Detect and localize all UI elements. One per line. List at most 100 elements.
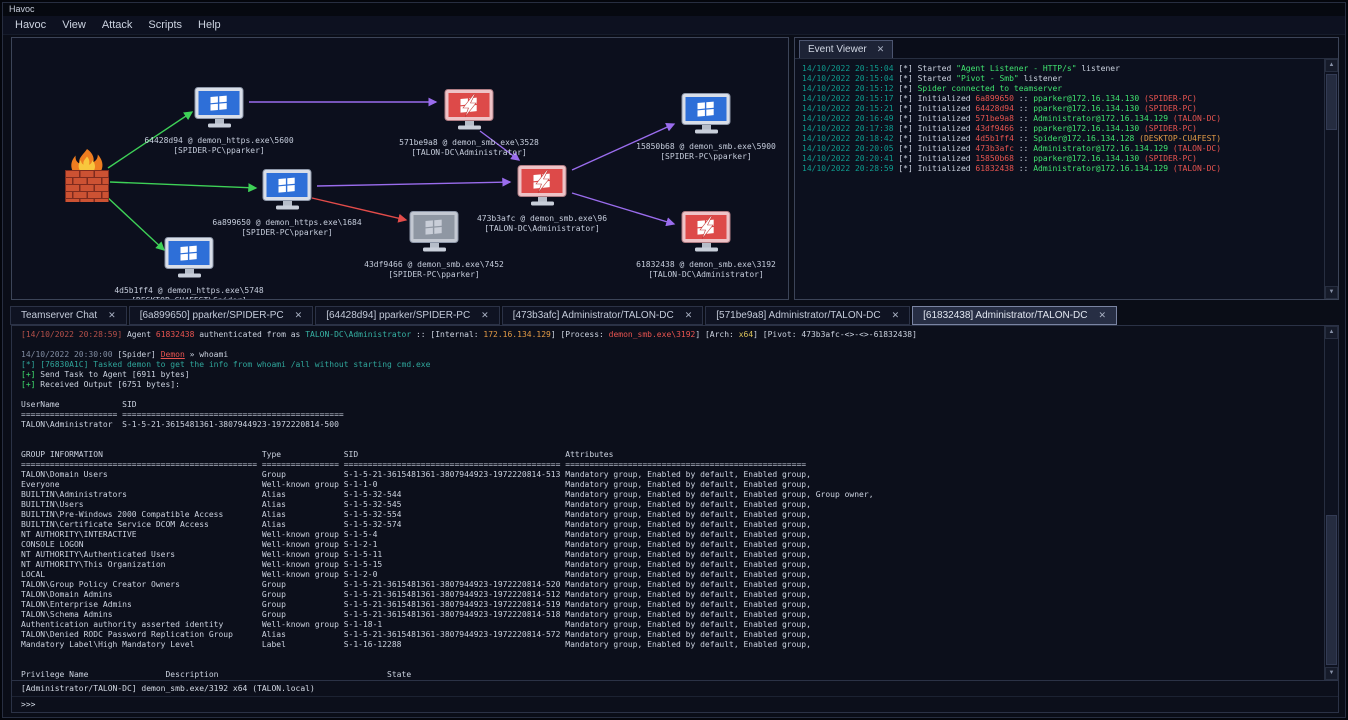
graph-node-15850b68[interactable]: 15850b68 @ demon_smb.exe\5900[SPIDER-PC\… xyxy=(606,92,789,161)
log-line: NT AUTHORITY\This Organization Well-know… xyxy=(21,560,1324,570)
log-line: [*] [76830A1C] Tasked demon to get the i… xyxy=(21,360,1324,370)
monitor-icon xyxy=(406,210,462,254)
scrollbar-track[interactable] xyxy=(1325,72,1338,286)
log-line: TALON\Administrator S-1-5-21-3615481361-… xyxy=(21,420,1324,430)
event-tabbar: Event Viewer ✕ xyxy=(795,38,1338,59)
console-scrollbar[interactable]: ▲ ▼ xyxy=(1324,326,1338,680)
close-icon[interactable]: ✕ xyxy=(481,311,489,320)
log-line: TALON\Domain Admins Group S-1-5-21-36154… xyxy=(21,590,1324,600)
graph-node-43df9466[interactable]: 43df9466 @ demon_smb.exe\7452[SPIDER-PC\… xyxy=(334,210,534,279)
log-line: Privilege Name Description State xyxy=(21,670,1324,680)
console-tab[interactable]: [64428d94] pparker/SPIDER-PC✕ xyxy=(315,306,500,325)
console-tab[interactable]: [61832438] Administrator/TALON-DC ✕ xyxy=(912,306,1117,325)
scrollbar-thumb[interactable] xyxy=(1326,74,1337,130)
window-title: Havoc xyxy=(9,4,35,14)
tab-event-viewer[interactable]: Event Viewer ✕ xyxy=(799,40,893,58)
graph-node-4d5b1ff4[interactable]: 4d5b1ff4 @ demon_https.exe\5748[DESKTOP-… xyxy=(89,236,289,300)
graph-node-64428d94[interactable]: 64428d94 @ demon_https.exe\5600[SPIDER-P… xyxy=(119,86,319,155)
log-line: 14/10/2022 20:20:41 [*] Initialized 1585… xyxy=(802,154,1322,164)
log-line: 14/10/2022 20:20:05 [*] Initialized 473b… xyxy=(802,144,1322,154)
log-line: Mandatory Label\High Mandatory Level Lab… xyxy=(21,640,1324,650)
monitor-icon xyxy=(514,164,570,208)
console-tab[interactable]: Teamserver Chat ✕ xyxy=(10,306,127,325)
log-line xyxy=(21,440,1324,450)
scroll-down-icon[interactable]: ▼ xyxy=(1325,286,1338,299)
log-line: UserName SID xyxy=(21,400,1324,410)
prompt-text: >>> xyxy=(21,700,35,709)
main-split: 64428d94 @ demon_https.exe\5600[SPIDER-P… xyxy=(3,35,1345,303)
log-line: 14/10/2022 20:30:00 [Spider] Demon » who… xyxy=(21,350,1324,360)
log-line xyxy=(21,390,1324,400)
log-line: TALON\Group Policy Creator Owners Group … xyxy=(21,580,1324,590)
tab-label: Event Viewer xyxy=(808,44,867,55)
tab-label: [473b3afc] Administrator/TALON-DC xyxy=(513,310,674,321)
log-line: 14/10/2022 20:16:49 [*] Initialized 571b… xyxy=(802,114,1322,124)
console-tabbar: Teamserver Chat✕[6a899650] pparker/SPIDE… xyxy=(3,303,1345,325)
console-tab[interactable]: [571be9a8] Administrator/TALON-DC ✕ xyxy=(705,306,910,325)
tab-label: [61832438] Administrator/TALON-DC xyxy=(923,310,1087,321)
menu-attack[interactable]: Attack xyxy=(94,17,141,33)
log-line: BUILTIN\Administrators Alias S-1-5-32-54… xyxy=(21,490,1324,500)
scroll-down-icon[interactable]: ▼ xyxy=(1325,667,1338,680)
session-status-text: [Administrator/TALON-DC] demon_smb.exe/3… xyxy=(21,684,315,693)
log-line: 14/10/2022 20:17:38 [*] Initialized 43df… xyxy=(802,124,1322,134)
console-tab[interactable]: [473b3afc] Administrator/TALON-DC ✕ xyxy=(502,306,704,325)
console-tab[interactable]: [6a899650] pparker/SPIDER-PC✕ xyxy=(129,306,314,325)
scrollbar-track[interactable] xyxy=(1325,339,1338,667)
log-line: 14/10/2022 20:15:21 [*] Initialized 6442… xyxy=(802,104,1322,114)
console-prompt[interactable]: >>> xyxy=(12,696,1338,712)
close-icon[interactable]: ✕ xyxy=(295,311,303,320)
log-line: TALON\Denied RODC Password Replication G… xyxy=(21,630,1324,640)
log-line: ==================== ===================… xyxy=(21,410,1324,420)
tab-label: [571be9a8] Administrator/TALON-DC xyxy=(716,310,880,321)
graph-node-571be9a8[interactable]: 571be9a8 @ demon_smb.exe\3528[TALON-DC\A… xyxy=(369,88,569,157)
close-icon[interactable]: ✕ xyxy=(877,45,885,54)
scroll-up-icon[interactable]: ▲ xyxy=(1325,326,1338,339)
log-line: 14/10/2022 20:15:12 [*] Spider connected… xyxy=(802,84,1322,94)
scrollbar-thumb[interactable] xyxy=(1326,515,1337,665)
graph-node-firewall[interactable] xyxy=(11,148,187,209)
log-line: NT AUTHORITY\INTERACTIVE Well-known grou… xyxy=(21,530,1324,540)
log-line: ========================================… xyxy=(21,460,1324,470)
titlebar[interactable]: Havoc xyxy=(3,3,1345,16)
close-icon[interactable]: ✕ xyxy=(892,311,900,320)
console-output[interactable]: [14/10/2022 20:28:59] Agent 61832438 aut… xyxy=(12,326,1324,680)
session-statusbar: [Administrator/TALON-DC] demon_smb.exe/3… xyxy=(12,680,1338,696)
close-icon[interactable]: ✕ xyxy=(1099,311,1107,320)
log-line: [14/10/2022 20:28:59] Agent 61832438 aut… xyxy=(21,330,1324,340)
menubar: HavocViewAttackScriptsHelp xyxy=(3,16,1345,35)
log-line: CONSOLE LOGON Well-known group S-1-2-1 M… xyxy=(21,540,1324,550)
close-icon[interactable]: ✕ xyxy=(685,311,693,320)
graph-node-61832438[interactable]: 61832438 @ demon_smb.exe\3192[TALON-DC\A… xyxy=(606,210,789,279)
graph-node-label: 571be9a8 @ demon_smb.exe\3528[TALON-DC\A… xyxy=(369,138,569,157)
graph-node-label: 64428d94 @ demon_https.exe\5600[SPIDER-P… xyxy=(119,136,319,155)
console-panel: [14/10/2022 20:28:59] Agent 61832438 aut… xyxy=(11,325,1339,713)
graph-node-label: 4d5b1ff4 @ demon_https.exe\5748[DESKTOP-… xyxy=(89,286,289,300)
graph-node-label: 43df9466 @ demon_smb.exe\7452[SPIDER-PC\… xyxy=(334,260,534,279)
tab-label: Teamserver Chat xyxy=(21,310,97,321)
log-line: NT AUTHORITY\Authenticated Users Well-kn… xyxy=(21,550,1324,560)
menu-scripts[interactable]: Scripts xyxy=(140,17,190,33)
log-line: TALON\Schema Admins Group S-1-5-21-36154… xyxy=(21,610,1324,620)
session-graph-panel[interactable]: 64428d94 @ demon_https.exe\5600[SPIDER-P… xyxy=(11,37,789,300)
log-line xyxy=(21,650,1324,660)
log-line: LOCAL Well-known group S-1-2-0 Mandatory… xyxy=(21,570,1324,580)
menu-help[interactable]: Help xyxy=(190,17,229,33)
log-line xyxy=(21,340,1324,350)
monitor-icon xyxy=(441,88,497,132)
monitor-icon xyxy=(161,236,217,280)
log-line: 14/10/2022 20:28:59 [*] Initialized 6183… xyxy=(802,164,1322,174)
event-scrollbar[interactable]: ▲ ▼ xyxy=(1324,59,1338,299)
graph-node-label: 61832438 @ demon_smb.exe\3192[TALON-DC\A… xyxy=(606,260,789,279)
scroll-up-icon[interactable]: ▲ xyxy=(1325,59,1338,72)
log-line: GROUP INFORMATION Type SID Attributes xyxy=(21,450,1324,460)
log-line xyxy=(21,660,1324,670)
menu-havoc[interactable]: Havoc xyxy=(7,17,54,33)
close-icon[interactable]: ✕ xyxy=(108,311,116,320)
monitor-icon xyxy=(678,92,734,136)
log-line: 14/10/2022 20:18:42 [*] Initialized 4d5b… xyxy=(802,134,1322,144)
graph-nodes: 64428d94 @ demon_https.exe\5600[SPIDER-P… xyxy=(12,38,788,299)
log-line: BUILTIN\Certificate Service DCOM Access … xyxy=(21,520,1324,530)
menu-view[interactable]: View xyxy=(54,17,94,33)
graph-node-label: 15850b68 @ demon_smb.exe\5900[SPIDER-PC\… xyxy=(606,142,789,161)
